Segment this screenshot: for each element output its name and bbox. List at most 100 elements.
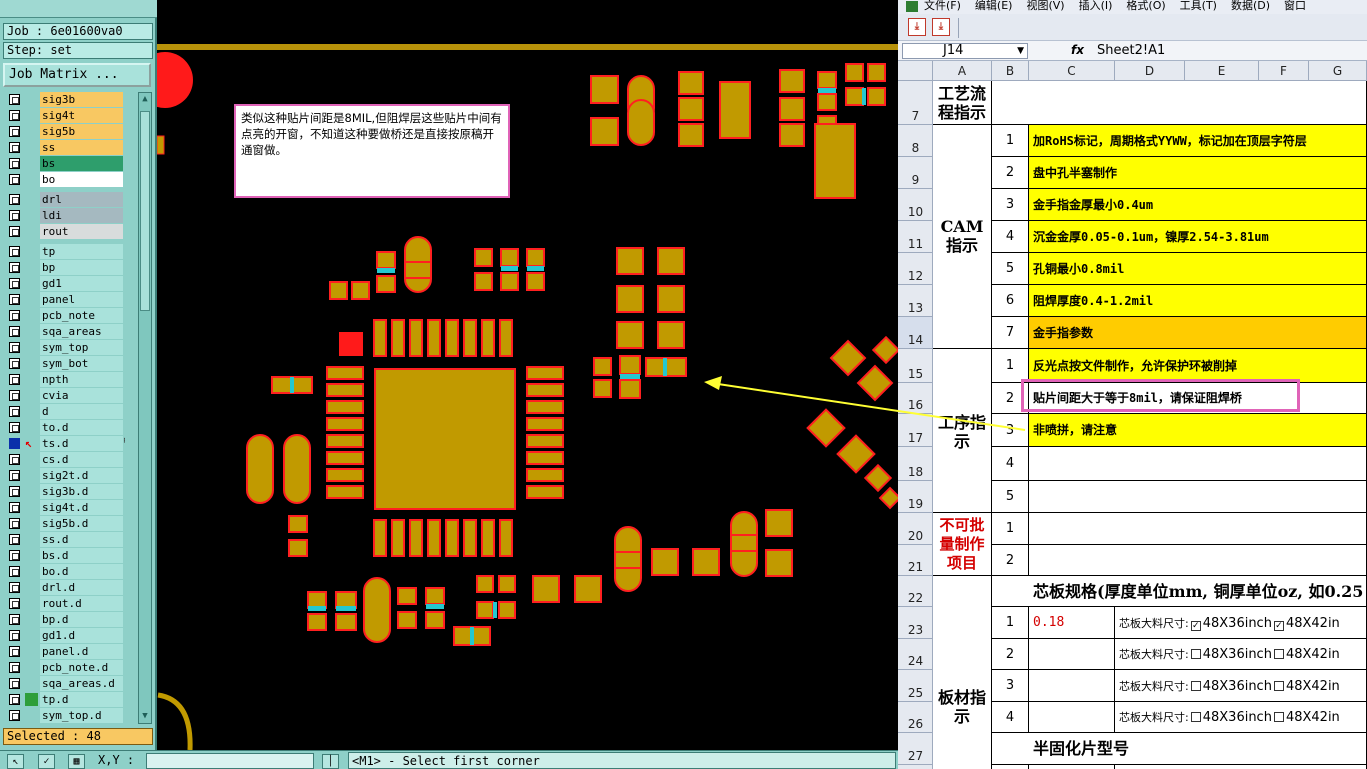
layer-checkbox[interactable] (9, 126, 20, 137)
menu-view[interactable]: 视图(V) (1026, 0, 1064, 12)
layer-row[interactable]: ↖ ts.d⊞ (5, 436, 125, 451)
row-header[interactable]: 15 (898, 349, 933, 383)
row-header[interactable]: 25 (898, 670, 933, 702)
menu-format[interactable]: 格式(O) (1126, 0, 1165, 12)
layer-row[interactable]: pcb_note.d (5, 660, 125, 675)
menu-insert[interactable]: 插入(I) (1079, 0, 1113, 12)
prepreg-size-options[interactable]: 半固化片尺寸:18X24inch16X21in (1115, 765, 1367, 769)
menu-data[interactable]: 数据(D) (1231, 0, 1270, 12)
step-instruction[interactable]: 反光点按文件制作，允许保护环被削掉 (1029, 349, 1367, 383)
layer-row[interactable]: cvia (5, 388, 125, 403)
layer-row[interactable]: d (5, 404, 125, 419)
step-instruction[interactable] (1029, 447, 1367, 481)
column-header[interactable]: C (1029, 61, 1115, 81)
layer-checkbox[interactable] (9, 678, 20, 689)
layer-row[interactable]: sym_top.d (5, 708, 125, 723)
row-header[interactable]: 24 (898, 639, 933, 670)
layer-row[interactable]: bo (5, 172, 125, 187)
row-header[interactable]: 17 (898, 414, 933, 447)
tool-icon[interactable]: ↖ (7, 754, 24, 769)
layer-checkbox[interactable] (9, 226, 20, 237)
checkbox-icon[interactable] (1273, 649, 1284, 659)
row-header[interactable]: 8 (898, 125, 933, 157)
select-all-corner[interactable] (898, 61, 933, 81)
layer-checkbox[interactable] (9, 694, 20, 705)
layer-row[interactable]: sig2t.d (5, 468, 125, 483)
layer-checkbox[interactable] (9, 406, 20, 417)
core-size-options[interactable]: 芯板大料尺寸: ✓ 48X36inch ✓ 48X42in (1115, 607, 1367, 639)
core-thickness[interactable] (1029, 702, 1115, 733)
row-header[interactable]: 28 (898, 765, 933, 769)
layer-checkbox[interactable] (9, 210, 20, 221)
layer-row[interactable]: sig5b.d (5, 516, 125, 531)
row-header[interactable]: 19 (898, 481, 933, 513)
layer-checkbox[interactable] (9, 194, 20, 205)
layer-checkbox[interactable] (9, 598, 20, 609)
cam-instruction[interactable]: 金手指参数 (1029, 317, 1367, 349)
spreadsheet-grid[interactable]: A B C D E F G 7 8 9 10 11 12 13 14 15 16 17 18 19 20 21 22 23 24… (898, 61, 1367, 769)
layer-row[interactable]: bp (5, 260, 125, 275)
row-header[interactable]: 10 (898, 189, 933, 221)
layer-checkbox[interactable] (9, 422, 20, 433)
layer-checkbox[interactable] (9, 518, 20, 529)
layer-row[interactable]: pcb_note (5, 308, 125, 323)
layer-list-scrollbar[interactable]: ▲ ▼ (138, 92, 152, 724)
checkbox-icon[interactable] (1190, 681, 1201, 691)
layer-row[interactable]: sqa_areas (5, 324, 125, 339)
menu-file[interactable]: 文件(F) (924, 0, 961, 12)
row-header[interactable]: 22 (898, 576, 933, 607)
row-header[interactable]: 9 (898, 157, 933, 189)
core-thickness[interactable] (1029, 670, 1115, 702)
fx-icon[interactable]: fx (1071, 43, 1084, 57)
column-header[interactable]: G (1309, 61, 1367, 81)
layer-checkbox[interactable] (9, 110, 20, 121)
cell[interactable] (992, 81, 1367, 125)
column-header[interactable]: E (1185, 61, 1259, 81)
layer-checkbox[interactable] (9, 710, 20, 721)
cursor-mode-icon[interactable]: │ (322, 754, 339, 769)
row-header[interactable]: 21 (898, 545, 933, 576)
checkbox-icon[interactable] (1273, 681, 1284, 691)
check-tool-icon[interactable]: ✓ (38, 754, 55, 769)
checkbox-icon[interactable] (1273, 712, 1284, 722)
formula-input[interactable]: Sheet2!A1 (1097, 43, 1165, 59)
layer-row[interactable]: ss (5, 140, 125, 155)
layer-checkbox[interactable] (9, 246, 20, 257)
toolbar-grip[interactable] (958, 18, 963, 38)
layer-row[interactable]: ldi (5, 208, 125, 223)
layer-row[interactable]: drl.d (5, 580, 125, 595)
cell[interactable] (1029, 545, 1367, 576)
layer-row[interactable]: sym_bot (5, 356, 125, 371)
name-box[interactable]: J14 ▼ (902, 43, 1028, 59)
column-header[interactable]: F (1259, 61, 1309, 81)
layer-checkbox[interactable] (9, 582, 20, 593)
row-header[interactable]: 11 (898, 221, 933, 253)
layer-row[interactable]: bo.d (5, 564, 125, 579)
layer-checkbox[interactable] (9, 646, 20, 657)
pdf-icon[interactable]: ⤓ (908, 18, 926, 36)
layer-checkbox[interactable] (9, 470, 20, 481)
layer-checkbox[interactable] (9, 326, 20, 337)
layer-checkbox[interactable] (9, 662, 20, 673)
row-header[interactable]: 13 (898, 285, 933, 317)
row-header[interactable]: 7 (898, 81, 933, 125)
layer-checkbox[interactable] (9, 550, 20, 561)
checkbox-icon[interactable] (1190, 649, 1201, 659)
column-header[interactable]: A (933, 61, 992, 81)
layer-row[interactable]: bp.d (5, 612, 125, 627)
layer-checkbox[interactable] (9, 294, 20, 305)
scrollbar-thumb[interactable] (140, 111, 150, 311)
pdf-export-icon[interactable]: ⤓ (932, 18, 950, 36)
layer-row[interactable]: rout.d (5, 596, 125, 611)
layer-row[interactable]: bs (5, 156, 125, 171)
layer-row[interactable]: tp.d (5, 692, 125, 707)
scroll-up-icon[interactable]: ▲ (139, 93, 151, 106)
layer-checkbox[interactable] (9, 374, 20, 385)
row-header[interactable]: 12 (898, 253, 933, 285)
layer-row[interactable]: gd1.d (5, 628, 125, 643)
expand-icon[interactable]: ⊞ (124, 436, 125, 446)
layer-checkbox[interactable] (9, 94, 20, 105)
layer-row[interactable]: sig5b (5, 124, 125, 139)
layer-row[interactable]: tp (5, 244, 125, 259)
core-size-options[interactable]: 芯板大料尺寸: 48X36inch 48X42in (1115, 670, 1367, 702)
